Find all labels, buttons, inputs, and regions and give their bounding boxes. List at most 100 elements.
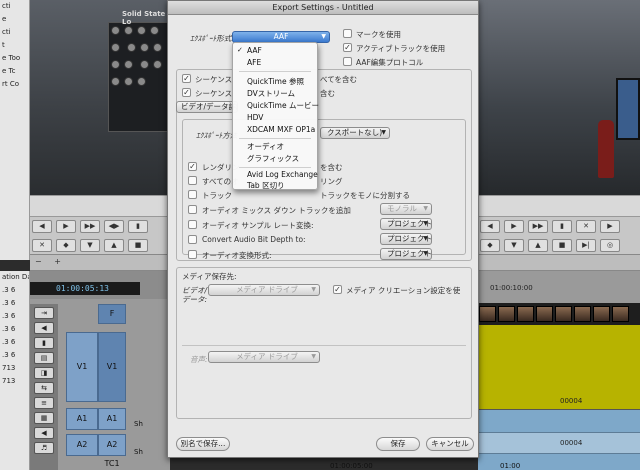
bin-list-item[interactable] (0, 130, 29, 143)
menu-item-quicktime-ref[interactable]: QuickTime 参照 (233, 76, 317, 87)
video-clip-track[interactable]: 00004 (478, 325, 640, 410)
export-method-select[interactable]: クスポートなし) ▼ (320, 127, 390, 139)
bin-row[interactable]: .3 6 (0, 323, 29, 336)
bin-list-item[interactable] (0, 143, 29, 156)
bin-list-item[interactable]: rt Co (0, 78, 29, 91)
zoom-in-button[interactable]: + (49, 255, 66, 268)
bin-list-item[interactable] (0, 156, 29, 169)
menu-item-quicktime-movie[interactable]: QuickTime ムービー (233, 100, 319, 111)
menu-item-hdv[interactable]: HDV (233, 112, 317, 123)
track-a1-source[interactable]: A1 (66, 408, 98, 430)
bin-list-item[interactable]: e (0, 13, 29, 26)
rec-step-button[interactable]: ▶▶ (528, 220, 548, 233)
menu-item-afe[interactable]: AFE (233, 57, 317, 68)
bin-row[interactable]: 713 (0, 375, 29, 388)
bin-list-item[interactable] (0, 182, 29, 195)
trim-tool-icon[interactable]: ◨ (34, 367, 54, 379)
step-button[interactable]: ▶▶ (80, 220, 100, 233)
overwrite-button[interactable]: ▼ (80, 239, 100, 252)
aaf-edit-protocol-checkbox[interactable] (343, 57, 352, 66)
bin-list-item[interactable] (0, 169, 29, 182)
bin-list-item[interactable] (0, 91, 29, 104)
bin-row[interactable]: ation Da (0, 271, 29, 284)
cancel-button[interactable]: キャンセル (426, 437, 474, 451)
rec-match-button[interactable]: ■ (552, 239, 572, 252)
rec-lift-button[interactable]: ✕ (576, 220, 596, 233)
bit-depth-select[interactable]: プロジェクト ▼ (380, 233, 432, 245)
rec-trim-button[interactable]: ▲ (528, 239, 548, 252)
smart-tool-icon[interactable]: ⇥ (34, 307, 54, 319)
media-creation-checkbox[interactable]: ✓ (333, 285, 342, 294)
match-button[interactable]: ■ (128, 239, 148, 252)
bin-list-item[interactable]: cti (0, 0, 29, 13)
source-scrub-bar[interactable] (30, 195, 170, 217)
audio-mixdown-checkbox[interactable] (188, 205, 197, 214)
save-as-button[interactable]: 別名で保存... (176, 437, 230, 451)
track-tc1[interactable]: TC1 (98, 458, 126, 470)
extract-button[interactable]: ◆ (56, 239, 76, 252)
bin-list-item[interactable]: e Tc (0, 65, 29, 78)
audio-mixdown-select[interactable]: モノラル ▼ (380, 203, 432, 215)
bin-row[interactable]: .3 6 (0, 349, 29, 362)
bin-row[interactable]: .3 6 (0, 297, 29, 310)
splice-button[interactable]: ▮ (128, 220, 148, 233)
rec-play-button[interactable]: ▶ (504, 220, 524, 233)
bin-list-item[interactable] (0, 195, 29, 208)
rec-mark-in-button[interactable]: ◀ (480, 220, 500, 233)
menu-item-aaf[interactable]: AAF (233, 45, 317, 56)
zoom-out-button[interactable]: − (30, 255, 47, 268)
segment-tool-icon[interactable]: ▤ (34, 352, 54, 364)
rec-extract-button[interactable]: ◆ (480, 239, 500, 252)
rec-mark-out-button[interactable]: ▮ (552, 220, 572, 233)
track-sel-icon[interactable]: ◀ (34, 427, 54, 439)
rec-next-button[interactable]: ▶ (600, 220, 620, 233)
bin-list-item[interactable] (0, 104, 29, 117)
track-split-checkbox[interactable] (188, 190, 197, 199)
lift-button[interactable]: ✕ (32, 239, 52, 252)
video-media-drive-select[interactable]: メディア ドライブ ▼ (208, 284, 320, 296)
bin-row[interactable]: .3 6 (0, 336, 29, 349)
track-menu-icon[interactable]: ▦ (34, 412, 54, 424)
audio-mix-icon[interactable]: ♬ (34, 442, 54, 454)
lift-overwrite-icon[interactable]: ◀ (34, 322, 54, 334)
bin-list-item[interactable] (0, 117, 29, 130)
track-a2-record[interactable]: A2 (98, 434, 126, 456)
use-active-tracks-checkbox[interactable]: ✓ (343, 43, 352, 52)
bin-list-item[interactable]: t (0, 39, 29, 52)
track-v1-source[interactable]: V1 (66, 332, 98, 402)
bit-depth-checkbox[interactable] (188, 235, 197, 244)
track-header-f[interactable]: F (98, 304, 126, 324)
sequence-include-checkbox[interactable]: ✓ (182, 74, 191, 83)
track-a2-source[interactable]: A2 (66, 434, 98, 456)
bin-list-item[interactable]: cti (0, 26, 29, 39)
bin-list-item[interactable]: e Too (0, 52, 29, 65)
rec-lock-button[interactable]: ◎ (600, 239, 620, 252)
mark-out-button[interactable]: ◀▶ (104, 220, 124, 233)
format-conversion-checkbox[interactable] (188, 250, 197, 259)
use-marks-checkbox[interactable] (343, 29, 352, 38)
ripple-icon[interactable]: ⇆ (34, 382, 54, 394)
menu-item-xdcam[interactable]: XDCAM MXF OP1a (233, 124, 317, 135)
audio-clip-track-2[interactable]: 00004 (478, 432, 640, 454)
track-a1-record[interactable]: A1 (98, 408, 126, 430)
tab-video-data-details[interactable]: ビデオ/データ詳細 (176, 101, 238, 113)
render-checkbox[interactable]: ✓ (188, 162, 197, 171)
bin-list-item[interactable] (0, 234, 29, 247)
bin-list-item[interactable] (0, 221, 29, 234)
menu-item-ale[interactable]: Avid Log Exchange (233, 169, 318, 180)
zoom-icon[interactable]: ≡ (34, 397, 54, 409)
play-button[interactable]: ▶ (56, 220, 76, 233)
bin-row[interactable]: .3 6 (0, 284, 29, 297)
rec-overwrite-button[interactable]: ▼ (504, 239, 524, 252)
sequence-include-2-checkbox[interactable]: ✓ (182, 88, 191, 97)
sample-rate-select[interactable]: プロジェクト ▼ (380, 218, 432, 230)
trim-button[interactable]: ▲ (104, 239, 124, 252)
menu-item-dv-stream[interactable]: DVストリーム (233, 88, 317, 99)
mark-in-button[interactable]: ◀ (32, 220, 52, 233)
bin-list-item[interactable] (0, 208, 29, 221)
extract-splice-icon[interactable]: ▮ (34, 337, 54, 349)
format-conversion-select[interactable]: プロジェクト ▼ (380, 248, 432, 260)
bin-row[interactable]: 713 (0, 362, 29, 375)
menu-item-audio[interactable]: オーディオ (233, 141, 317, 152)
rec-end-button[interactable]: ▶| (576, 239, 596, 252)
